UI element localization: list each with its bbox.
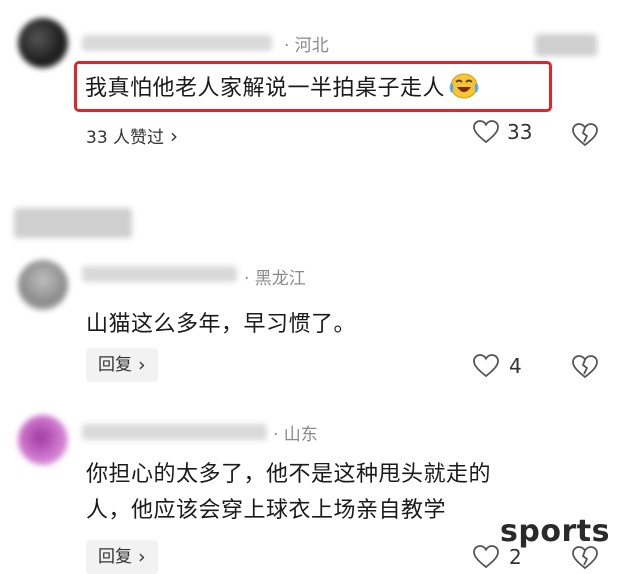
username[interactable] [82, 424, 267, 440]
chevron-right-icon: › [138, 354, 146, 376]
avatar[interactable] [18, 415, 68, 465]
reply-label: 回复 [98, 355, 132, 375]
avatar[interactable] [18, 18, 68, 68]
comment-body-line-2: 人，他应该会穿上球衣上场亲自教学 [86, 498, 447, 523]
heart-icon [473, 354, 499, 378]
heart-icon [473, 120, 499, 144]
like-button[interactable]: 33 [473, 120, 532, 144]
section-header [14, 208, 132, 238]
comment-text: 我真怕他老人家解说一半拍桌子走人 [85, 70, 481, 102]
like-count: 4 [509, 354, 522, 378]
like-button[interactable]: 4 [473, 354, 522, 378]
avatar[interactable] [18, 260, 68, 310]
chevron-right-icon: › [170, 123, 179, 148]
comment-location: · 黑龙江 [244, 269, 306, 289]
comment-body: 山猫这么多年，早习惯了。 [86, 312, 357, 337]
chevron-right-icon: › [138, 546, 146, 568]
comment-location: · 河北 [284, 36, 329, 56]
comment-body: 我真怕他老人家解说一半拍桌子走人 [85, 76, 446, 101]
watermark: sports [500, 514, 610, 549]
reply-button[interactable]: 回复 › [86, 540, 158, 574]
likers-count-label: 33 人赞过 [86, 128, 165, 148]
like-count: 33 [507, 120, 533, 144]
heart-icon [473, 545, 499, 569]
laughing-crying-emoji-icon [447, 71, 481, 101]
broken-heart-icon[interactable] [572, 123, 598, 147]
likers-link[interactable]: 33 人赞过 › [86, 123, 179, 149]
broken-heart-icon[interactable] [572, 546, 598, 570]
comment-location: · 山东 [273, 425, 318, 445]
username[interactable] [82, 35, 272, 51]
username[interactable] [82, 266, 237, 282]
reply-button[interactable]: 回复 › [86, 348, 158, 382]
comment-body-line-1: 你担心的太多了，他不是这种甩头就走的 [86, 462, 492, 487]
top-right-badge [535, 34, 597, 56]
broken-heart-icon[interactable] [572, 355, 598, 379]
reply-label: 回复 [98, 547, 132, 567]
